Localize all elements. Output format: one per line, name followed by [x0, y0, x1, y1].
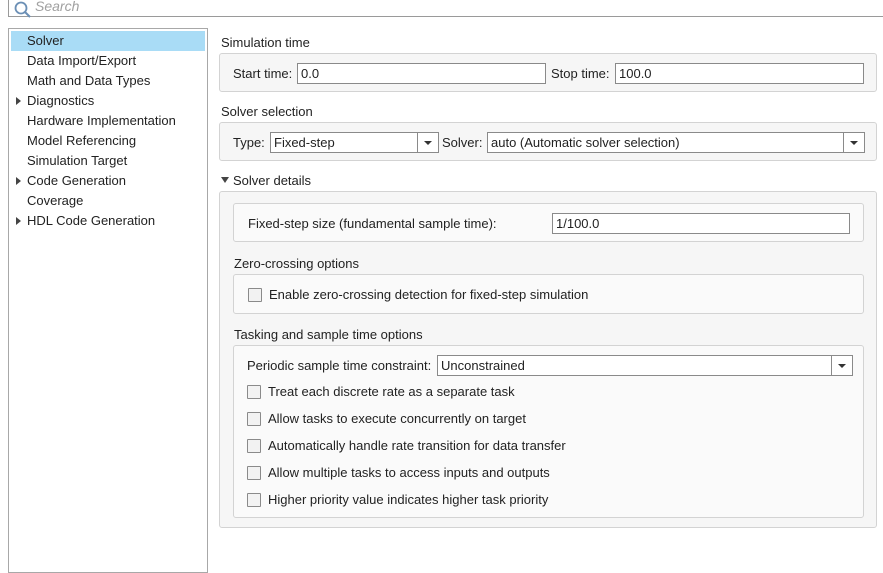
zero-crossing-heading: Zero-crossing options — [234, 256, 359, 271]
separate-task-checkbox[interactable] — [247, 385, 261, 399]
higher-priority-checkbox[interactable] — [247, 493, 261, 507]
search-placeholder: Search — [35, 0, 80, 14]
solver-details-panel: Fixed-step size (fundamental sample time… — [219, 191, 877, 528]
expand-triangle-icon[interactable] — [16, 217, 21, 225]
sidebar-item-coverage[interactable]: Coverage — [11, 191, 205, 211]
category-tree[interactable]: Solver Data Import/Export Math and Data … — [8, 28, 208, 573]
sidebar-item-label: Code Generation — [27, 173, 127, 188]
sidebar-item-label: Math and Data Types — [27, 73, 151, 88]
type-label: Type: — [233, 135, 265, 150]
step-size-panel: Fixed-step size (fundamental sample time… — [233, 203, 864, 242]
sidebar-item-label: Diagnostics — [27, 93, 95, 108]
expand-triangle-icon[interactable] — [16, 177, 21, 185]
collapse-triangle-icon[interactable] — [221, 177, 229, 183]
sidebar-item-label: Hardware Implementation — [27, 113, 176, 128]
constraint-dropdown-button[interactable] — [831, 356, 852, 375]
higher-priority-label: Higher priority value indicates higher t… — [268, 492, 549, 507]
concurrent-tasks-label: Allow tasks to execute concurrently on t… — [268, 411, 526, 426]
sidebar-item-hdl-code-generation[interactable]: HDL Code Generation — [11, 211, 205, 231]
zero-crossing-panel: Enable zero-crossing detection for fixed… — [233, 274, 864, 314]
solver-selection-panel: Type: Fixed-step Solver: auto (Automatic… — [219, 122, 877, 161]
stop-time-input[interactable]: 100.0 — [615, 63, 864, 84]
step-size-label: Fixed-step size (fundamental sample time… — [248, 216, 497, 231]
expand-triangle-icon[interactable] — [16, 97, 21, 105]
tasking-panel: Periodic sample time constraint: Unconst… — [233, 345, 864, 518]
zero-crossing-checkbox[interactable] — [248, 288, 262, 302]
constraint-label: Periodic sample time constraint: — [247, 358, 432, 373]
multiple-tasks-io-checkbox[interactable] — [247, 466, 261, 480]
tasking-heading: Tasking and sample time options — [234, 327, 423, 342]
solver-details-heading[interactable]: Solver details — [233, 173, 311, 188]
multiple-tasks-io-label: Allow multiple tasks to access inputs an… — [268, 465, 550, 480]
stop-time-label: Stop time: — [551, 66, 610, 81]
simulation-time-heading: Simulation time — [221, 35, 310, 50]
sidebar-item-solver[interactable]: Solver — [11, 31, 205, 51]
sidebar-item-model-referencing[interactable]: Model Referencing — [11, 131, 205, 151]
sidebar-item-label: HDL Code Generation — [27, 213, 156, 228]
sidebar-item-label: Coverage — [27, 193, 84, 208]
chevron-down-icon — [424, 141, 432, 145]
constraint-dropdown-value: Unconstrained — [441, 358, 525, 373]
sidebar-item-label: Data Import/Export — [27, 53, 137, 68]
search-box[interactable]: Search — [8, 0, 883, 18]
simulation-time-panel: Start time: 0.0 Stop time: 100.0 — [219, 53, 877, 92]
type-dropdown[interactable]: Fixed-step — [270, 132, 439, 153]
solver-selection-heading: Solver selection — [221, 104, 313, 119]
rate-transition-checkbox[interactable] — [247, 439, 261, 453]
sidebar-item-simulation-target[interactable]: Simulation Target — [11, 151, 205, 171]
solver-label: Solver: — [442, 135, 483, 150]
step-size-input[interactable]: 1/100.0 — [552, 213, 850, 234]
sidebar-item-hardware-implementation[interactable]: Hardware Implementation — [11, 111, 205, 131]
sidebar-item-label: Solver — [27, 33, 64, 48]
concurrent-tasks-checkbox[interactable] — [247, 412, 261, 426]
sidebar-item-math-and-data-types[interactable]: Math and Data Types — [11, 71, 205, 91]
start-time-label: Start time: — [233, 66, 293, 81]
solver-dropdown-button[interactable] — [843, 133, 864, 152]
sidebar-item-data-import-export[interactable]: Data Import/Export — [11, 51, 205, 71]
sidebar-item-label: Simulation Target — [27, 153, 128, 168]
chevron-down-icon — [838, 364, 846, 368]
start-time-input[interactable]: 0.0 — [297, 63, 546, 84]
type-dropdown-button[interactable] — [417, 133, 438, 152]
constraint-dropdown[interactable]: Unconstrained — [437, 355, 853, 376]
solver-dropdown-value: auto (Automatic solver selection) — [491, 135, 680, 150]
search-icon — [14, 1, 31, 18]
solver-dropdown[interactable]: auto (Automatic solver selection) — [487, 132, 865, 153]
zero-crossing-label: Enable zero-crossing detection for fixed… — [269, 287, 589, 302]
separate-task-label: Treat each discrete rate as a separate t… — [268, 384, 515, 399]
type-dropdown-value: Fixed-step — [274, 135, 335, 150]
sidebar-item-diagnostics[interactable]: Diagnostics — [11, 91, 205, 111]
rate-transition-label: Automatically handle rate transition for… — [268, 438, 566, 453]
sidebar-item-label: Model Referencing — [27, 133, 137, 148]
sidebar-item-code-generation[interactable]: Code Generation — [11, 171, 205, 191]
chevron-down-icon — [850, 141, 858, 145]
